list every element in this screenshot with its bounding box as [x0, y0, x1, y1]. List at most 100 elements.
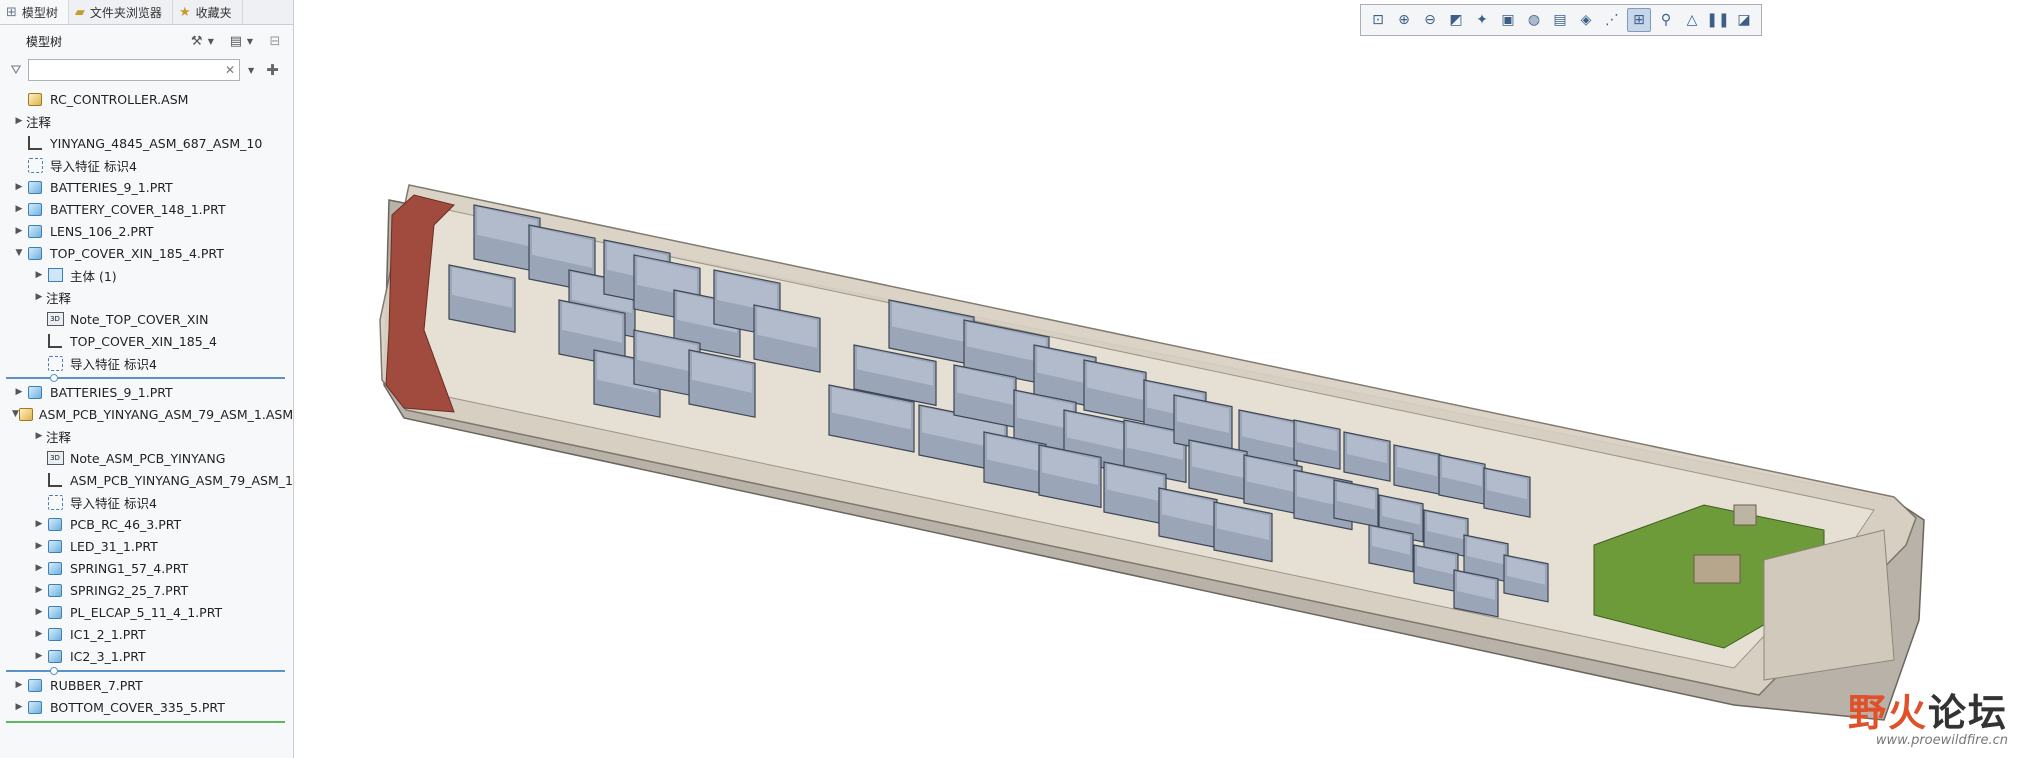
tree-item-part[interactable]: ▶ IC2_3_1.PRT: [0, 645, 293, 667]
note-icon: 3D: [46, 311, 64, 327]
model-tree-panel: ⊞ 模型树 ▰ 文件夹浏览器 ★ 收藏夹 模型树 ⚒ ▼ ▤ ▼ ⊟ ⛛ ✕ ▼…: [0, 0, 294, 758]
view-manager-icon[interactable]: ▤: [1549, 9, 1571, 31]
tab-model-tree[interactable]: ⊞ 模型树: [0, 0, 69, 24]
tree-settings-icon[interactable]: ⚒: [187, 31, 207, 51]
tree-item-part[interactable]: ▶ SPRING1_57_4.PRT: [0, 557, 293, 579]
tree-item-part[interactable]: ▶ RUBBER_7.PRT: [0, 674, 293, 696]
chevron-right-icon[interactable]: ▶: [32, 563, 46, 573]
chevron-right-icon[interactable]: ▶: [12, 680, 26, 690]
tree-separator[interactable]: [0, 667, 293, 675]
tree-item-import-feature[interactable]: 导入特征 标识4: [0, 491, 293, 513]
tree-item-body[interactable]: ▶ 主体 (1): [0, 264, 293, 286]
tree-item-annotations[interactable]: ▶ 注释: [0, 286, 293, 308]
watermark-logo-part1: 野火: [1847, 691, 1928, 735]
chevron-right-icon[interactable]: ▶: [32, 585, 46, 595]
chevron-right-icon[interactable]: ▶: [32, 292, 46, 302]
chevron-right-icon[interactable]: ▶: [32, 270, 46, 280]
part-icon: [46, 538, 64, 554]
tree-separator[interactable]: [0, 374, 293, 382]
tree-item-part[interactable]: ▶ LENS_106_2.PRT: [0, 220, 293, 242]
chevron-down-icon[interactable]: ▼: [247, 37, 253, 46]
import-feature-icon: [46, 355, 64, 371]
tree-item-part[interactable]: ▶ IC1_2_1.PRT: [0, 623, 293, 645]
tree-item-subassembly[interactable]: ▼ ASM_PCB_YINYANG_ASM_79_ASM_1.ASM: [0, 403, 293, 425]
tree-item-part[interactable]: ▶ PCB_RC_46_3.PRT: [0, 513, 293, 535]
zoom-in-icon[interactable]: ⊕: [1393, 9, 1415, 31]
tree-item-part[interactable]: ▶ PL_ELCAP_5_11_4_1.PRT: [0, 601, 293, 623]
chevron-right-icon[interactable]: ▶: [12, 387, 26, 397]
chevron-down-icon[interactable]: ▼: [12, 248, 26, 258]
tree-item-label: BATTERIES_9_1.PRT: [50, 179, 173, 195]
saved-orientations-icon[interactable]: ◍: [1523, 9, 1545, 31]
tree-item-part[interactable]: ▶ SPRING2_25_7.PRT: [0, 579, 293, 601]
tree-item-csys[interactable]: YINYANG_4845_ASM_687_ASM_10: [0, 132, 293, 154]
tree-item-label: RC_CONTROLLER.ASM: [50, 91, 189, 107]
chevron-right-icon[interactable]: ▶: [12, 182, 26, 192]
tree-item-part-expanded[interactable]: ▼ TOP_COVER_XIN_185_4.PRT: [0, 242, 293, 264]
close-icon[interactable]: ✕: [225, 63, 235, 77]
tree-item-part[interactable]: ▶ BATTERY_COVER_148_1.PRT: [0, 198, 293, 220]
chevron-right-icon[interactable]: ▶: [12, 116, 26, 126]
part-icon: [26, 201, 44, 217]
tab-label: 文件夹浏览器: [89, 5, 162, 20]
tree-separator[interactable]: [0, 718, 293, 725]
folder-icon: ▰: [74, 4, 85, 20]
warning-display-icon[interactable]: △: [1681, 9, 1703, 31]
tree-item-csys[interactable]: ASM_PCB_YINYANG_ASM_79_ASM_1: [0, 469, 293, 491]
tree-item-part[interactable]: ▶ BATTERIES_9_1.PRT: [0, 381, 293, 403]
tree-item-annotations[interactable]: ▶ 注释: [0, 110, 293, 132]
tree-item-label: PCB_RC_46_3.PRT: [70, 516, 182, 532]
zoom-out-icon[interactable]: ⊖: [1419, 9, 1441, 31]
tree-item-annotations[interactable]: ▶ 注释: [0, 425, 293, 447]
tree-item-label: YINYANG_4845_ASM_687_ASM_10: [50, 135, 263, 151]
chevron-down-icon[interactable]: ▼: [208, 37, 214, 46]
part-icon: [26, 699, 44, 715]
tree-item-import-feature[interactable]: 导入特征 标识4: [0, 154, 293, 176]
pause-icon[interactable]: ❚❚: [1706, 9, 1729, 31]
search-input[interactable]: [29, 61, 213, 79]
chevron-right-icon[interactable]: ▶: [32, 541, 46, 551]
tree-item-note[interactable]: 3D Note_TOP_COVER_XIN: [0, 308, 293, 330]
chevron-right-icon[interactable]: ▶: [32, 431, 46, 441]
chevron-right-icon[interactable]: ▶: [12, 702, 26, 712]
datum-display-icon[interactable]: ⋰: [1601, 9, 1623, 31]
perspective-icon[interactable]: ◈: [1575, 9, 1597, 31]
annotation-display-icon[interactable]: ⊞: [1627, 8, 1651, 32]
tree-root-asm[interactable]: RC_CONTROLLER.ASM: [0, 88, 293, 110]
add-icon[interactable]: ✚: [266, 61, 279, 79]
search-box[interactable]: ✕: [28, 59, 240, 81]
spin-center-icon[interactable]: ✦: [1471, 9, 1493, 31]
tree-item-label: TOP_COVER_XIN_185_4: [70, 333, 217, 349]
tree-item-part[interactable]: ▶ BATTERIES_9_1.PRT: [0, 176, 293, 198]
tab-favorites[interactable]: ★ 收藏夹: [173, 0, 243, 24]
tree-item-part[interactable]: ▶ LED_31_1.PRT: [0, 535, 293, 557]
repaint-icon[interactable]: ◩: [1445, 9, 1467, 31]
chevron-right-icon[interactable]: ▶: [32, 629, 46, 639]
chevron-right-icon[interactable]: ▶: [32, 607, 46, 617]
chevron-right-icon[interactable]: ▶: [12, 226, 26, 236]
graphics-viewport[interactable]: ⊡ ⊕ ⊖ ◩ ✦ ▣ ◍ ▤ ◈ ⋰ ⊞ ⚲ △ ❚❚ ◪ 野火论坛 www.proewildfire.c…: [294, 0, 2022, 758]
chevron-down-icon[interactable]: ▼: [12, 409, 19, 419]
tree-item-label: ASM_PCB_YINYANG_ASM_79_ASM_1.ASM: [38, 406, 294, 422]
tree-item-label: IC1_2_1.PRT: [70, 626, 146, 642]
chevron-right-icon[interactable]: ▶: [32, 651, 46, 661]
chevron-right-icon[interactable]: ▶: [12, 204, 26, 214]
chevron-down-icon[interactable]: ▼: [248, 66, 254, 75]
tree-item-note[interactable]: 3D Note_ASM_PCB_YINYANG: [0, 447, 293, 469]
sketch-view-icon[interactable]: ◪: [1733, 9, 1755, 31]
tree-item-csys[interactable]: TOP_COVER_XIN_185_4: [0, 330, 293, 352]
tree-item-label: Note_ASM_PCB_YINYANG: [70, 450, 226, 466]
tree-item-part[interactable]: ▶ BOTTOM_COVER_335_5.PRT: [0, 696, 293, 718]
tree-filter-icon[interactable]: ⊟: [265, 31, 285, 51]
spin-center-toggle-icon[interactable]: ⚲: [1655, 9, 1677, 31]
display-style-icon[interactable]: ▣: [1497, 9, 1519, 31]
tree-item-import-feature[interactable]: 导入特征 标识4: [0, 352, 293, 374]
refit-icon[interactable]: ⊡: [1367, 9, 1389, 31]
chevron-right-icon[interactable]: ▶: [32, 519, 46, 529]
coordinate-system-icon: [26, 135, 44, 151]
tab-folder-browser[interactable]: ▰ 文件夹浏览器: [69, 0, 173, 24]
filter-icon[interactable]: ⛛: [8, 63, 24, 78]
tree-item-label: 导入特征 标识4: [70, 495, 157, 511]
show-menu-icon[interactable]: ▤: [226, 31, 246, 51]
remote-controller-model[interactable]: [294, 0, 2022, 758]
